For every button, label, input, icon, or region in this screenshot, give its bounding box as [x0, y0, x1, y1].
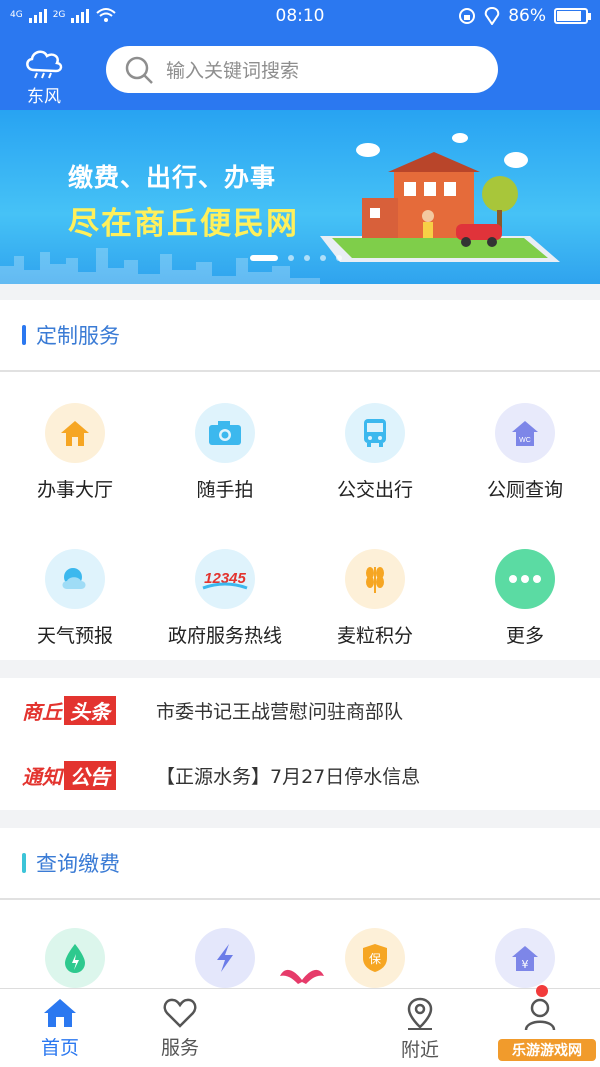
notification-dot [536, 985, 548, 997]
weather-label: 东风 [27, 87, 61, 107]
notice-tag-b: 公告 [64, 761, 116, 790]
banner-pager[interactable] [250, 255, 342, 261]
tab-center[interactable] [240, 989, 360, 1067]
news-headline[interactable]: 市委书记王战营慰问驻商部队 [156, 697, 403, 724]
news-row[interactable]: 商丘 头条 市委书记王战营慰问驻商部队 [0, 678, 600, 743]
service-item-toilet[interactable]: WC 公厕查询 [450, 374, 600, 520]
city-skyline-graphic [0, 248, 320, 284]
service-label: 随手拍 [196, 479, 254, 501]
water-icon [45, 928, 105, 988]
top-header: 东风 输入关键词搜索 [0, 34, 600, 110]
wheat-icon [345, 549, 405, 609]
banner-line-2: 尽在商丘便民网 [68, 206, 299, 242]
news-section: 商丘 头条 市委书记王战营慰问驻商部队 通知 公告 【正源水务】7月27日停水信息 [0, 678, 600, 810]
heart-icon [163, 998, 197, 1028]
service-label: 麦粒积分 [336, 625, 413, 647]
section-accent-bar [22, 325, 26, 345]
location-icon [484, 7, 500, 25]
cloud-icon [26, 50, 63, 79]
search-icon [125, 56, 153, 84]
svg-text:保: 保 [369, 952, 381, 966]
section-title: 定制服务 [36, 324, 120, 348]
service-label: 公交出行 [336, 479, 413, 501]
service-item-photo[interactable]: 随手拍 [150, 374, 300, 520]
banner-illustration [320, 133, 560, 262]
news-tag: 商丘 头条 [22, 696, 136, 725]
pay-item-water[interactable] [0, 902, 150, 988]
tab-services[interactable]: 服务 [120, 989, 240, 1067]
tab-nearby[interactable]: 附近 [360, 989, 480, 1067]
svg-text:¥: ¥ [522, 958, 529, 971]
electric-icon [195, 928, 255, 988]
home-tab-icon [44, 999, 76, 1027]
service-item-bus[interactable]: 公交出行 [300, 374, 450, 520]
news-tag-b: 头条 [64, 696, 116, 725]
battery-icon [554, 8, 591, 24]
section-header: 定制服务 [0, 300, 600, 372]
service-grid: 办事大厅 随手拍 公交出行 WC 公厕查询 天气预报 12345 政府服务热线 … [0, 374, 600, 666]
home-icon [45, 403, 105, 463]
status-bar: 4G 2G 08:10 86% [0, 0, 600, 34]
notice-row[interactable]: 通知 公告 【正源水务】7月27日停水信息 [0, 743, 600, 808]
more-icon [495, 549, 555, 609]
search-bar[interactable]: 输入关键词搜索 [106, 46, 498, 93]
lock-rotation-icon [459, 8, 476, 24]
battery-percent: 86% [508, 6, 546, 26]
custom-services-section: 定制服务 办事大厅 随手拍 公交出行 WC 公厕查询 天气预报 12345 政府… [0, 300, 600, 660]
service-label: 公厕查询 [486, 479, 563, 501]
service-item-more[interactable]: 更多 [450, 520, 600, 666]
service-label: 更多 [505, 625, 544, 647]
hotline-12345-icon: 12345 [195, 549, 255, 609]
service-item-weather[interactable]: 天气预报 [0, 520, 150, 666]
svg-text:WC: WC [519, 437, 531, 444]
service-label: 办事大厅 [36, 479, 113, 501]
tab-home[interactable]: 首页 [0, 989, 120, 1067]
tab-label: 附近 [400, 1039, 439, 1061]
user-icon [524, 998, 556, 1031]
section-accent-bar [22, 853, 26, 873]
service-item-hotline[interactable]: 12345 政府服务热线 [150, 520, 300, 666]
service-label: 天气预报 [36, 625, 113, 647]
notice-headline[interactable]: 【正源水务】7月27日停水信息 [156, 762, 420, 789]
news-tag-a: 商丘 [22, 700, 62, 724]
weather-widget[interactable]: 东风 [18, 46, 70, 107]
status-right: 86% [458, 6, 591, 26]
bus-icon [345, 403, 405, 463]
location-pin-icon [407, 997, 433, 1030]
weather-icon [45, 549, 105, 609]
promo-banner[interactable]: 缴费、出行、办事 尽在商丘便民网 [0, 110, 600, 284]
pay-item-housing-fund[interactable]: ¥ [450, 902, 600, 988]
toilet-icon: WC [495, 403, 555, 463]
tab-label: 服务 [160, 1037, 199, 1059]
tab-label: 首页 [40, 1037, 79, 1059]
search-input[interactable]: 输入关键词搜索 [166, 56, 299, 83]
service-item-hall[interactable]: 办事大厅 [0, 374, 150, 520]
notice-tag: 通知 公告 [22, 761, 136, 790]
section-header: 查询缴费 [0, 828, 600, 900]
banner-line-1: 缴费、出行、办事 [68, 163, 277, 192]
service-item-points[interactable]: 麦粒积分 [300, 520, 450, 666]
watermark-logo: 乐游游戏网 [498, 1039, 596, 1061]
insurance-icon: 保 [345, 928, 405, 988]
notice-tag-a: 通知 [22, 765, 62, 789]
section-title: 查询缴费 [36, 852, 120, 876]
service-label: 政府服务热线 [167, 625, 282, 647]
camera-icon [195, 403, 255, 463]
housing-fund-icon: ¥ [495, 928, 555, 988]
